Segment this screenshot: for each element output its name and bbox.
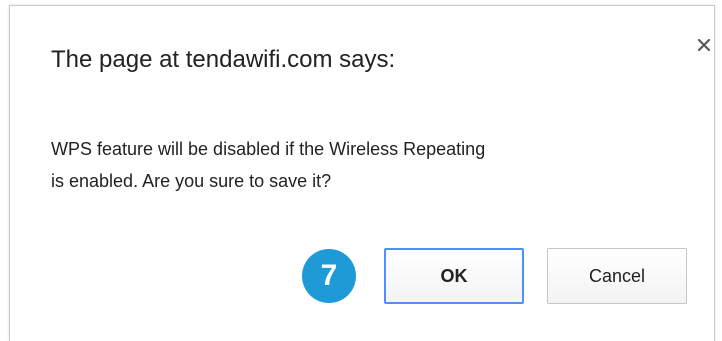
ok-button[interactable]: OK: [384, 248, 524, 304]
message-line-2: is enabled. Are you sure to save it?: [51, 171, 332, 191]
cancel-button[interactable]: Cancel: [547, 248, 687, 304]
confirm-dialog: The page at tendawifi.com says: WPS feat…: [9, 5, 715, 341]
dialog-title: The page at tendawifi.com says:: [51, 46, 396, 73]
step-number-badge: 7: [302, 249, 356, 303]
close-icon[interactable]: [693, 34, 715, 56]
message-line-1: WPS feature will be disabled if the Wire…: [51, 139, 486, 159]
dialog-message: WPS feature will be disabled if the Wire…: [51, 133, 691, 197]
